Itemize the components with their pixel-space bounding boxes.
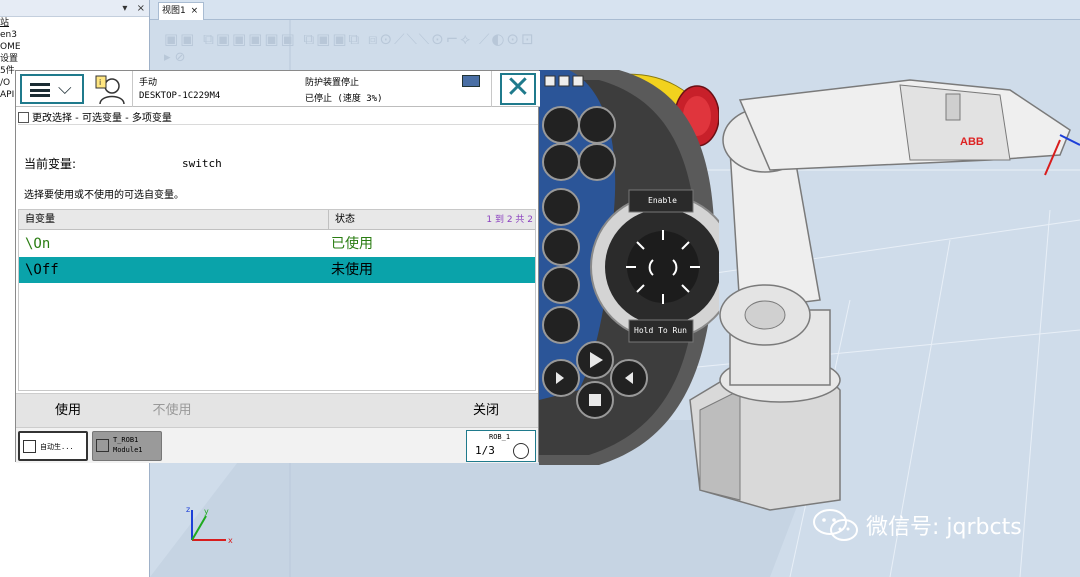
program-icon — [18, 111, 29, 123]
not-use-button[interactable]: 不使用 — [120, 394, 224, 428]
tree-item[interactable]: 设置 — [0, 53, 149, 65]
safety-status: 防护装置停止 — [305, 78, 360, 88]
paging-indicator: 1 到 2 共 2 — [486, 215, 533, 225]
window-switch-icon[interactable] — [462, 75, 480, 87]
robot-model[interactable]: ABB — [670, 60, 1080, 520]
panel-close-icon[interactable]: × — [137, 3, 145, 14]
tab-label: 视图1 — [162, 6, 186, 16]
action-bar: 使用 不使用 关闭 — [16, 393, 538, 427]
close-icon[interactable]: ✕ — [500, 73, 536, 105]
argument-name: \On — [25, 236, 51, 252]
argument-table: 自变量 状态 1 到 2 共 2 \On 已使用 \Off 未使用 — [18, 209, 536, 391]
task-module1[interactable]: T_ROB1 Module1 — [92, 431, 162, 461]
view-toolbar-row2[interactable]: ▸ ⊘ — [164, 50, 186, 65]
hold-to-run-label: Hold To Run — [634, 326, 687, 335]
view-toolbar[interactable]: ▣▣ ⧉▣▣▣▣▣ ⧉▣▣⧉ ⧈⊙⟋⟍⟍⊙⌐⟡ ⟋◐⊙⊡ — [164, 30, 536, 48]
tree-item[interactable]: OME — [0, 41, 149, 53]
run-status: 已停止 (速度 3%) — [305, 94, 383, 104]
axis-x-label: x — [228, 536, 233, 545]
argument-status: 未使用 — [331, 262, 373, 278]
abb-menu-button[interactable]: ⌵ — [20, 74, 84, 104]
argument-name: \Off — [25, 262, 59, 278]
argument-status: 已使用 — [331, 236, 373, 252]
operating-mode: 手动 — [139, 78, 158, 88]
view-tabbar: 视图1 × — [150, 0, 1080, 20]
rob1-quickset[interactable]: ROB_1 1/3 — [466, 430, 536, 462]
tree-panel-bar: ▾ × — [0, 0, 149, 17]
controller-name: DESKTOP-1C229M4 — [139, 91, 221, 101]
task-auto-generated[interactable]: 自动生... — [18, 431, 88, 461]
enable-label: Enable — [648, 196, 677, 205]
column-header-argument[interactable]: 自变量 — [19, 210, 329, 230]
pendant-graphic — [539, 70, 736, 465]
tab-view1[interactable]: 视图1 × — [158, 2, 204, 20]
tab-close-icon[interactable]: × — [191, 6, 199, 16]
axis-z-label: z — [186, 505, 190, 514]
rob-fraction: 1/3 — [475, 444, 495, 457]
column-header-status-label: 状态 — [335, 214, 355, 225]
instruction-text: 选择要使用或不使用的可选自变量。 — [24, 190, 184, 201]
axis-triad: z x y — [186, 505, 233, 545]
collapse-icon[interactable]: ▾ — [122, 3, 127, 14]
task-label-line2: Module1 — [113, 446, 143, 454]
task-icon — [23, 440, 36, 453]
flexpendant-screen: ⌵ i 手动 DESKTOP-1C229M4 防护装置停止 已停止 (速度 3%… — [15, 70, 540, 463]
column-header-status[interactable]: 状态 1 到 2 共 2 — [329, 210, 535, 230]
breadcrumb-text: 更改选择 - 可选变量 - 多项变量 — [32, 113, 172, 124]
svg-text:i: i — [99, 78, 101, 87]
task-label-line1: T_ROB1 — [113, 436, 139, 444]
speed-icon — [513, 443, 529, 459]
app-window: ▾ × 站 en3 OME 设置 5件 /O API 视图1 × ▣▣ ⧉▣▣▣… — [0, 0, 1080, 577]
pendant-header: ⌵ i 手动 DESKTOP-1C229M4 防护装置停止 已停止 (速度 3%… — [16, 71, 540, 107]
task-label: 自动生... — [40, 443, 74, 451]
table-row[interactable]: \On 已使用 — [19, 231, 535, 257]
watermark-text: 微信号: jqrbcts — [866, 515, 1022, 540]
close-button[interactable]: 关闭 — [434, 394, 538, 428]
rob-label: ROB_1 — [489, 433, 511, 441]
chevron-down-icon: ⌵ — [58, 78, 72, 99]
breadcrumb: 更改选择 - 可选变量 - 多项变量 — [18, 109, 538, 125]
tree-item[interactable]: en3 — [0, 29, 149, 41]
current-variable-value: switch — [182, 157, 222, 170]
status-bar[interactable]: 手动 DESKTOP-1C229M4 防护装置停止 已停止 (速度 3%) — [132, 71, 492, 107]
table-row-selected[interactable]: \Off 未使用 — [19, 257, 535, 283]
axis-y-label: y — [204, 507, 209, 516]
use-button[interactable]: 使用 — [16, 394, 120, 428]
operator-status-icon[interactable]: i — [94, 74, 128, 104]
wechat-icon — [813, 509, 858, 541]
current-variable-label: 当前变量: — [24, 157, 77, 171]
pendant-taskbar: 自动生... T_ROB1 Module1 ROB_1 1/3 — [16, 427, 538, 463]
pendant-body: Enable Hold To Run — [539, 70, 736, 465]
tree-item[interactable]: 站 — [0, 17, 149, 29]
robot-brand-label: ABB — [960, 136, 984, 148]
menu-icon — [30, 83, 50, 97]
program-icon — [96, 439, 109, 452]
